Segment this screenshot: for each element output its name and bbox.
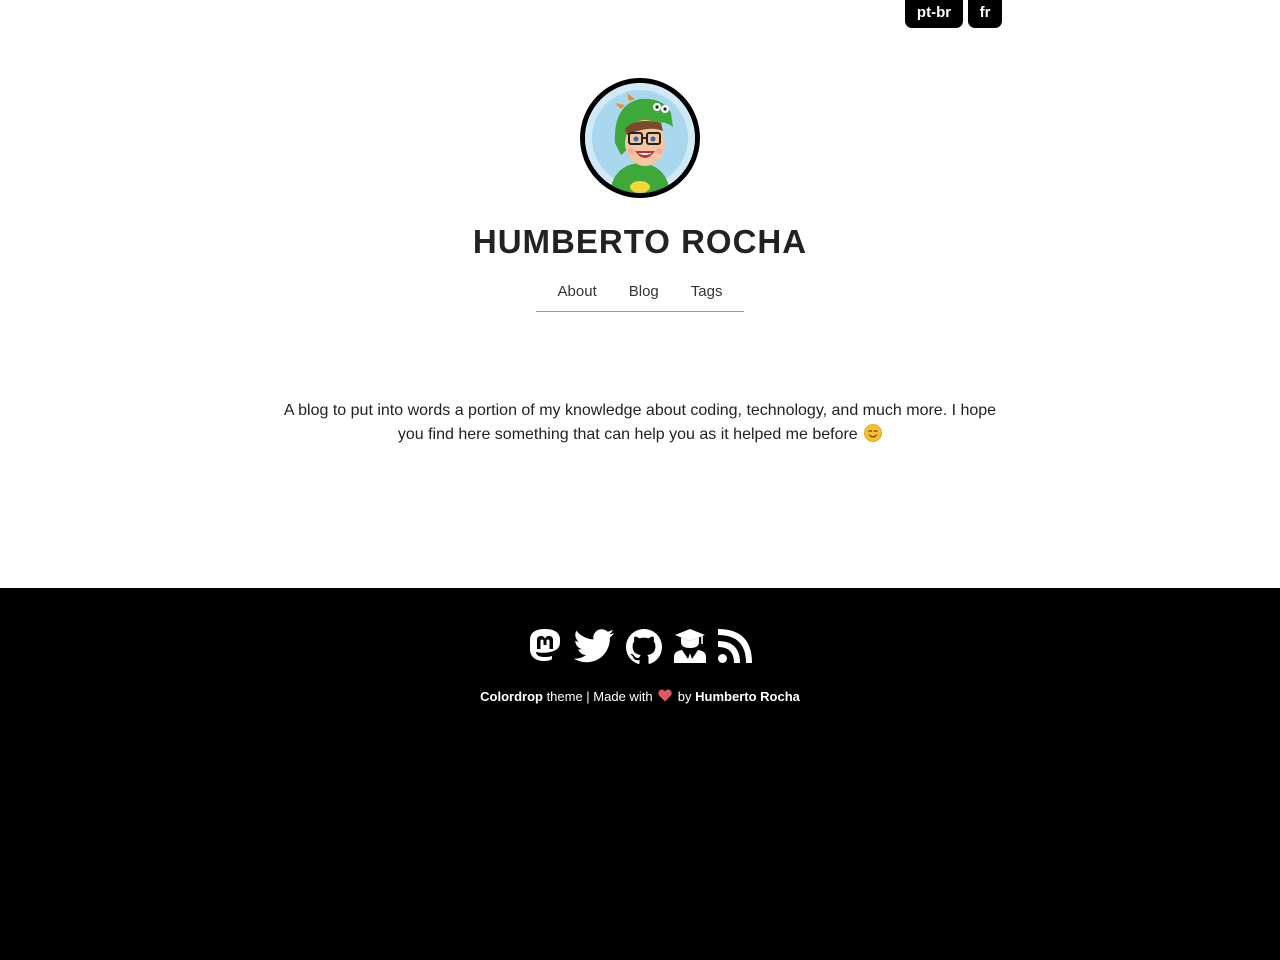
github-link[interactable]	[625, 628, 663, 664]
scholar-link[interactable]	[673, 628, 707, 664]
avatar-dino-costume-icon	[585, 83, 695, 193]
language-switcher: pt-br fr	[905, 0, 1002, 28]
footer-credits: Colordrop theme | Made with by Humberto …	[0, 688, 1280, 706]
nav-item-about[interactable]: About	[558, 278, 597, 311]
avatar[interactable]	[580, 78, 700, 198]
social-links	[0, 628, 1280, 664]
rss-link[interactable]	[717, 628, 753, 664]
intro-text: A blog to put into words a portion of my…	[283, 402, 997, 443]
github-icon	[626, 629, 662, 664]
mastodon-icon	[530, 629, 560, 661]
author-link[interactable]: Humberto Rocha	[695, 689, 800, 704]
nav-item-blog[interactable]: Blog	[629, 278, 659, 311]
main-nav: About Blog Tags	[536, 278, 744, 312]
page: pt-br fr HUMBERTO ROCHA About Blog Tags …	[0, 0, 1280, 960]
twitter-icon	[573, 629, 614, 663]
intro-paragraph: A blog to put into words a portion of my…	[270, 399, 1010, 447]
mastodon-link[interactable]	[527, 628, 563, 664]
rss-icon	[718, 629, 752, 663]
by-text: by	[674, 689, 696, 704]
theme-link[interactable]: Colordrop	[480, 689, 543, 704]
heart-icon	[658, 689, 672, 702]
language-pt-br-button[interactable]: pt-br	[905, 0, 963, 28]
theme-suffix: theme | Made with	[542, 689, 657, 704]
smiling-face-icon	[864, 424, 883, 442]
nav-item-tags[interactable]: Tags	[691, 278, 723, 311]
site-title: HUMBERTO ROCHA	[472, 223, 808, 260]
scholar-icon	[674, 629, 706, 663]
language-fr-button[interactable]: fr	[968, 0, 1002, 28]
twitter-link[interactable]	[573, 628, 615, 664]
avatar-image	[585, 83, 695, 193]
footer: Colordrop theme | Made with by Humberto …	[0, 588, 1280, 960]
